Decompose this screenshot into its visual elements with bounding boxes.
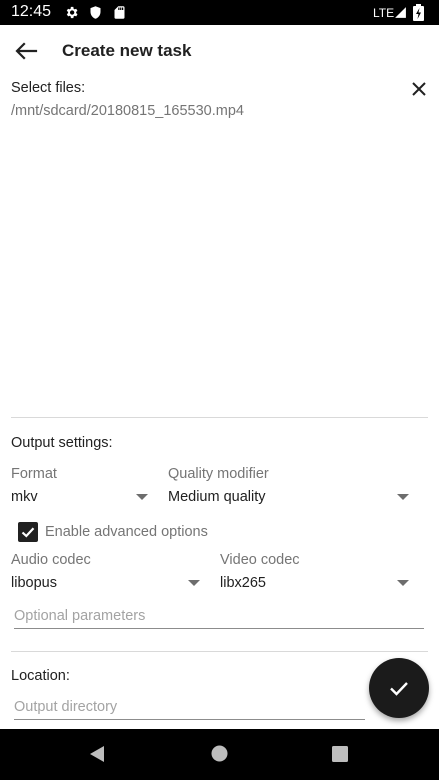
video-codec-dropdown[interactable]: libx265 (220, 570, 412, 596)
format-value: mkv (11, 489, 38, 505)
format-label: Format (11, 466, 57, 482)
settings-icon (66, 6, 78, 19)
battery-icon (413, 4, 424, 21)
output-directory-input[interactable]: Output directory (14, 695, 365, 721)
input-underline (14, 628, 424, 629)
select-files-label: Select files: (11, 80, 86, 96)
video-codec-label: Video codec (220, 552, 300, 568)
advanced-options-checkbox[interactable] (18, 522, 38, 542)
output-directory-placeholder: Output directory (14, 699, 118, 715)
check-icon (21, 527, 35, 538)
signal-icon (395, 7, 406, 18)
parameters-placeholder: Optional parameters (14, 608, 146, 624)
chevron-down-icon (397, 494, 409, 500)
chevron-down-icon (136, 494, 148, 500)
parameters-input[interactable]: Optional parameters (14, 604, 424, 630)
status-time: 12:45 (11, 3, 52, 20)
section-divider (11, 417, 428, 418)
chevron-down-icon (397, 580, 409, 586)
confirm-fab-button[interactable] (369, 658, 429, 718)
quality-label: Quality modifier (168, 466, 269, 482)
audio-codec-dropdown[interactable]: libopus (11, 570, 206, 596)
location-label: Location: (11, 668, 70, 684)
format-dropdown[interactable]: mkv (11, 484, 154, 510)
arrow-back-icon[interactable] (12, 39, 40, 63)
input-underline (14, 719, 365, 720)
sd-card-icon (114, 6, 125, 19)
quality-dropdown[interactable]: Medium quality (168, 484, 412, 510)
audio-codec-value: libopus (11, 575, 57, 591)
quality-value: Medium quality (168, 489, 266, 505)
selected-file-path[interactable]: /mnt/sdcard/20180815_165530.mp4 (11, 103, 244, 119)
shield-icon (90, 6, 101, 19)
video-codec-value: libx265 (220, 575, 266, 591)
section-divider (11, 651, 428, 652)
page-title: Create new task (62, 41, 192, 60)
nav-back-icon[interactable] (88, 745, 106, 763)
output-settings-label: Output settings: (11, 435, 113, 451)
nav-home-icon[interactable] (211, 745, 228, 762)
advanced-options-label[interactable]: Enable advanced options (45, 524, 208, 540)
audio-codec-label: Audio codec (11, 552, 91, 568)
check-icon (390, 682, 408, 696)
network-type: LTE (373, 6, 395, 20)
nav-recents-icon[interactable] (332, 746, 348, 762)
close-icon[interactable] (410, 80, 428, 98)
chevron-down-icon (188, 580, 200, 586)
